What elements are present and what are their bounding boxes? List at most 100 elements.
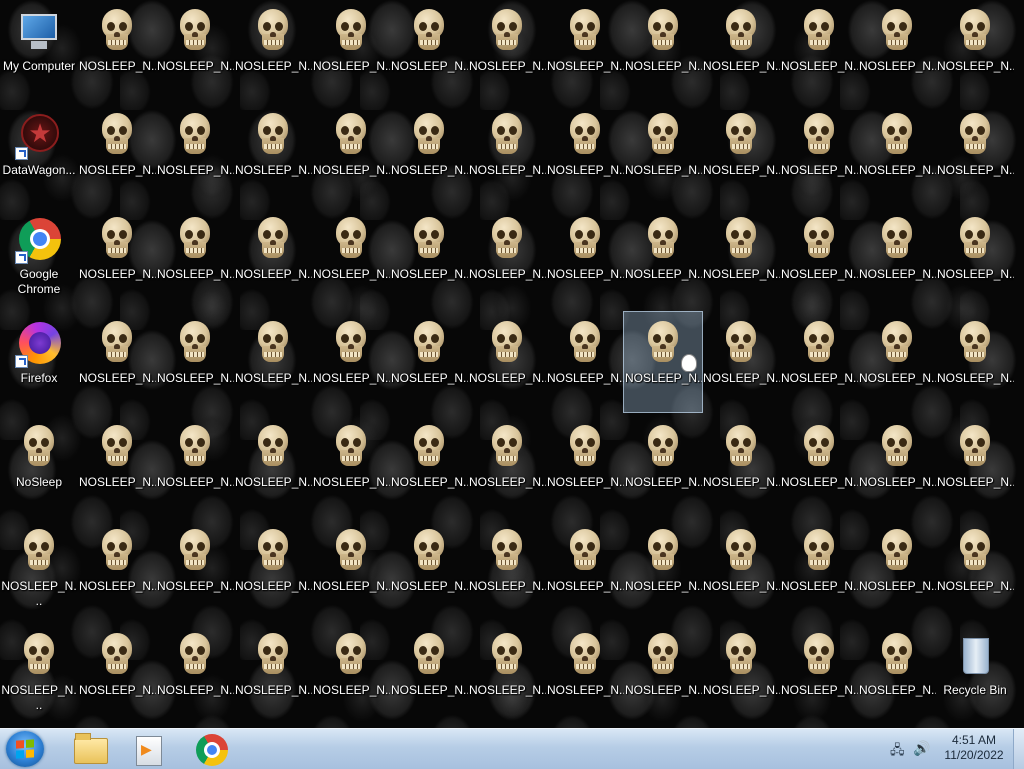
desktop-icon-nosleep[interactable]: NOSLEEP_N... [234,0,312,100]
desktop-icon-nosleep[interactable]: NOSLEEP_N... [390,416,468,516]
desktop-icon-nosleep[interactable]: NOSLEEP_N... [234,520,312,620]
desktop-icon-nosleep[interactable]: NOSLEEP_N... [780,104,858,204]
desktop-icon-nosleep[interactable]: NOSLEEP_N... [702,624,780,724]
desktop-icon-nosleep[interactable]: NOSLEEP_N... [468,208,546,308]
desktop-icon-label: NOSLEEP_N... [781,579,858,593]
desktop-icon-nosleep[interactable]: NOSLEEP_N... [702,208,780,308]
desktop-icon-nosleep[interactable]: NOSLEEP_N... [780,520,858,620]
desktop-icon-nosleep[interactable]: NOSLEEP_N... [702,520,780,620]
desktop-icon-nosleep[interactable]: NOSLEEP_N... [546,104,624,204]
desktop-icon-nosleep[interactable]: NOSLEEP_N... [936,520,1014,620]
desktop-icon-nosleep[interactable]: NOSLEEP_N... [78,208,156,308]
desktop-icon-nosleep[interactable]: NOSLEEP_N... [468,0,546,100]
desktop-icon-nosleep[interactable]: NOSLEEP_N... [702,416,780,516]
desktop-icon-nosleep[interactable]: NOSLEEP_N... [390,0,468,100]
desktop-icon-nosleep[interactable]: NOSLEEP_N... [78,104,156,204]
desktop-icon-datawagon[interactable]: DataWagon... [0,104,78,204]
desktop-icon-nosleep[interactable]: NOSLEEP_N... [624,0,702,100]
desktop-icon-nosleep[interactable]: NOSLEEP_N... [234,624,312,724]
desktop-icon-nosleep[interactable]: NOSLEEP_N... [78,520,156,620]
desktop-icon-my-computer[interactable]: My Computer [0,0,78,100]
desktop-icon-nosleep[interactable]: NOSLEEP_N... [78,312,156,412]
taskbar-media-player-button[interactable] [126,732,170,766]
desktop-icon-nosleep[interactable]: NOSLEEP_N... [234,416,312,516]
desktop-icon-nosleep[interactable]: NOSLEEP_N... [78,0,156,100]
desktop-icon-nosleep[interactable]: NoSleep [0,416,78,516]
desktop-icon-nosleep[interactable]: NOSLEEP_N... [78,416,156,516]
desktop-icon-nosleep[interactable]: NOSLEEP_N... [546,312,624,412]
desktop-icon-nosleep[interactable]: NOSLEEP_N... [780,208,858,308]
desktop-icon-nosleep[interactable]: NOSLEEP_N... [623,311,703,413]
show-desktop-button[interactable] [1013,729,1024,769]
desktop-icon-nosleep[interactable]: NOSLEEP_N... [858,0,936,100]
desktop-icon-nosleep[interactable]: NOSLEEP_N... [936,312,1014,412]
desktop-icon-nosleep[interactable]: NOSLEEP_N... [78,624,156,724]
desktop-icon-nosleep[interactable]: NOSLEEP_N... [312,416,390,516]
desktop-icon-nosleep[interactable]: NOSLEEP_N... [468,312,546,412]
desktop-icon-nosleep[interactable]: NOSLEEP_N... [624,208,702,308]
desktop-icon-nosleep[interactable]: NOSLEEP_N... [156,208,234,308]
desktop-icon-nosleep[interactable]: NOSLEEP_N... [312,624,390,724]
desktop-icon-nosleep[interactable]: NOSLEEP_N... [234,104,312,204]
desktop-icon-nosleep[interactable]: NOSLEEP_N... [156,624,234,724]
desktop-icon-nosleep[interactable]: NOSLEEP_N... [936,104,1014,204]
desktop-icon-nosleep[interactable]: NOSLEEP_N... [234,312,312,412]
desktop-icon-nosleep[interactable]: NOSLEEP_N... [702,312,780,412]
desktop-icon-nosleep[interactable]: NOSLEEP_N... [858,104,936,204]
desktop-icon-nosleep[interactable]: NOSLEEP_N... [312,312,390,412]
desktop-icon-nosleep[interactable]: NOSLEEP_N... [936,208,1014,308]
desktop-icon-nosleep[interactable]: NOSLEEP_N... [702,104,780,204]
desktop-icon-nosleep[interactable]: NOSLEEP_N... [780,416,858,516]
desktop-icon-nosleep[interactable]: NOSLEEP_N... [312,520,390,620]
desktop-icon-nosleep[interactable]: NOSLEEP_N... [624,520,702,620]
desktop-icon-nosleep[interactable]: NOSLEEP_N... [468,520,546,620]
desktop-icon-nosleep[interactable]: NOSLEEP_N... [312,104,390,204]
desktop-icon-nosleep[interactable]: NOSLEEP_N... [546,624,624,724]
start-button[interactable] [6,731,44,767]
desktop-icon-nosleep[interactable]: NOSLEEP_N... [858,520,936,620]
desktop-icon-nosleep[interactable]: NOSLEEP_N... [780,312,858,412]
desktop-icon-nosleep[interactable]: NOSLEEP_N... [702,0,780,100]
desktop-icon-nosleep[interactable]: NOSLEEP_N... [156,520,234,620]
desktop-icon-nosleep[interactable]: NOSLEEP_N... [468,416,546,516]
desktop-icon-nosleep[interactable]: NOSLEEP_N... [936,416,1014,516]
desktop-icon-nosleep[interactable]: NOSLEEP_N... [468,104,546,204]
desktop-icon-nosleep-n[interactable]: NOSLEEP_N... [0,624,78,724]
desktop-icon-nosleep[interactable]: NOSLEEP_N... [468,624,546,724]
network-icon[interactable]: 🖧 [890,741,906,757]
desktop-icon-nosleep[interactable]: NOSLEEP_N... [156,104,234,204]
desktop-icon-firefox[interactable]: Firefox [0,312,78,412]
desktop-icon-nosleep[interactable]: NOSLEEP_N... [858,624,936,724]
desktop-icon-nosleep[interactable]: NOSLEEP_N... [858,208,936,308]
desktop-icon-nosleep[interactable]: NOSLEEP_N... [156,416,234,516]
desktop-icon-nosleep[interactable]: NOSLEEP_N... [234,208,312,308]
desktop-icon-nosleep[interactable]: NOSLEEP_N... [936,0,1014,100]
desktop-icon-nosleep[interactable]: NOSLEEP_N... [624,104,702,204]
desktop-icon-nosleep[interactable]: NOSLEEP_N... [624,624,702,724]
taskbar-explorer-button[interactable] [68,732,112,766]
desktop-icon-nosleep[interactable]: NOSLEEP_N... [546,208,624,308]
volume-icon[interactable]: 🔊 [913,740,931,756]
desktop-icon-nosleep[interactable]: NOSLEEP_N... [780,0,858,100]
desktop-icon-nosleep[interactable]: NOSLEEP_N... [390,104,468,204]
desktop-icon-nosleep[interactable]: NOSLEEP_N... [546,0,624,100]
desktop-icon-nosleep-n[interactable]: NOSLEEP_N... [0,520,78,620]
taskbar-chrome-button[interactable] [190,732,234,766]
system-clock[interactable]: 4:51 AM 11/20/2022 [938,733,1010,763]
desktop-icon-nosleep[interactable]: NOSLEEP_N... [312,208,390,308]
desktop-icon-nosleep[interactable]: NOSLEEP_N... [858,416,936,516]
desktop-icon-nosleep[interactable]: NOSLEEP_N... [156,312,234,412]
desktop-icon-nosleep[interactable]: NOSLEEP_N... [390,520,468,620]
desktop-icon-nosleep[interactable]: NOSLEEP_N... [624,416,702,516]
desktop-icon-google-chrome[interactable]: Google Chrome [0,208,78,308]
desktop-icon-nosleep[interactable]: NOSLEEP_N... [780,624,858,724]
desktop-icon-nosleep[interactable]: NOSLEEP_N... [390,312,468,412]
desktop-icon-nosleep[interactable]: NOSLEEP_N... [156,0,234,100]
desktop-icon-nosleep[interactable]: NOSLEEP_N... [390,624,468,724]
desktop-icon-nosleep[interactable]: NOSLEEP_N... [390,208,468,308]
desktop-icon-nosleep[interactable]: NOSLEEP_N... [312,0,390,100]
desktop-icon-recycle-bin[interactable]: Recycle Bin [936,624,1014,724]
desktop-icon-nosleep[interactable]: NOSLEEP_N... [546,416,624,516]
desktop-icon-nosleep[interactable]: NOSLEEP_N... [858,312,936,412]
desktop-icon-nosleep[interactable]: NOSLEEP_N... [546,520,624,620]
